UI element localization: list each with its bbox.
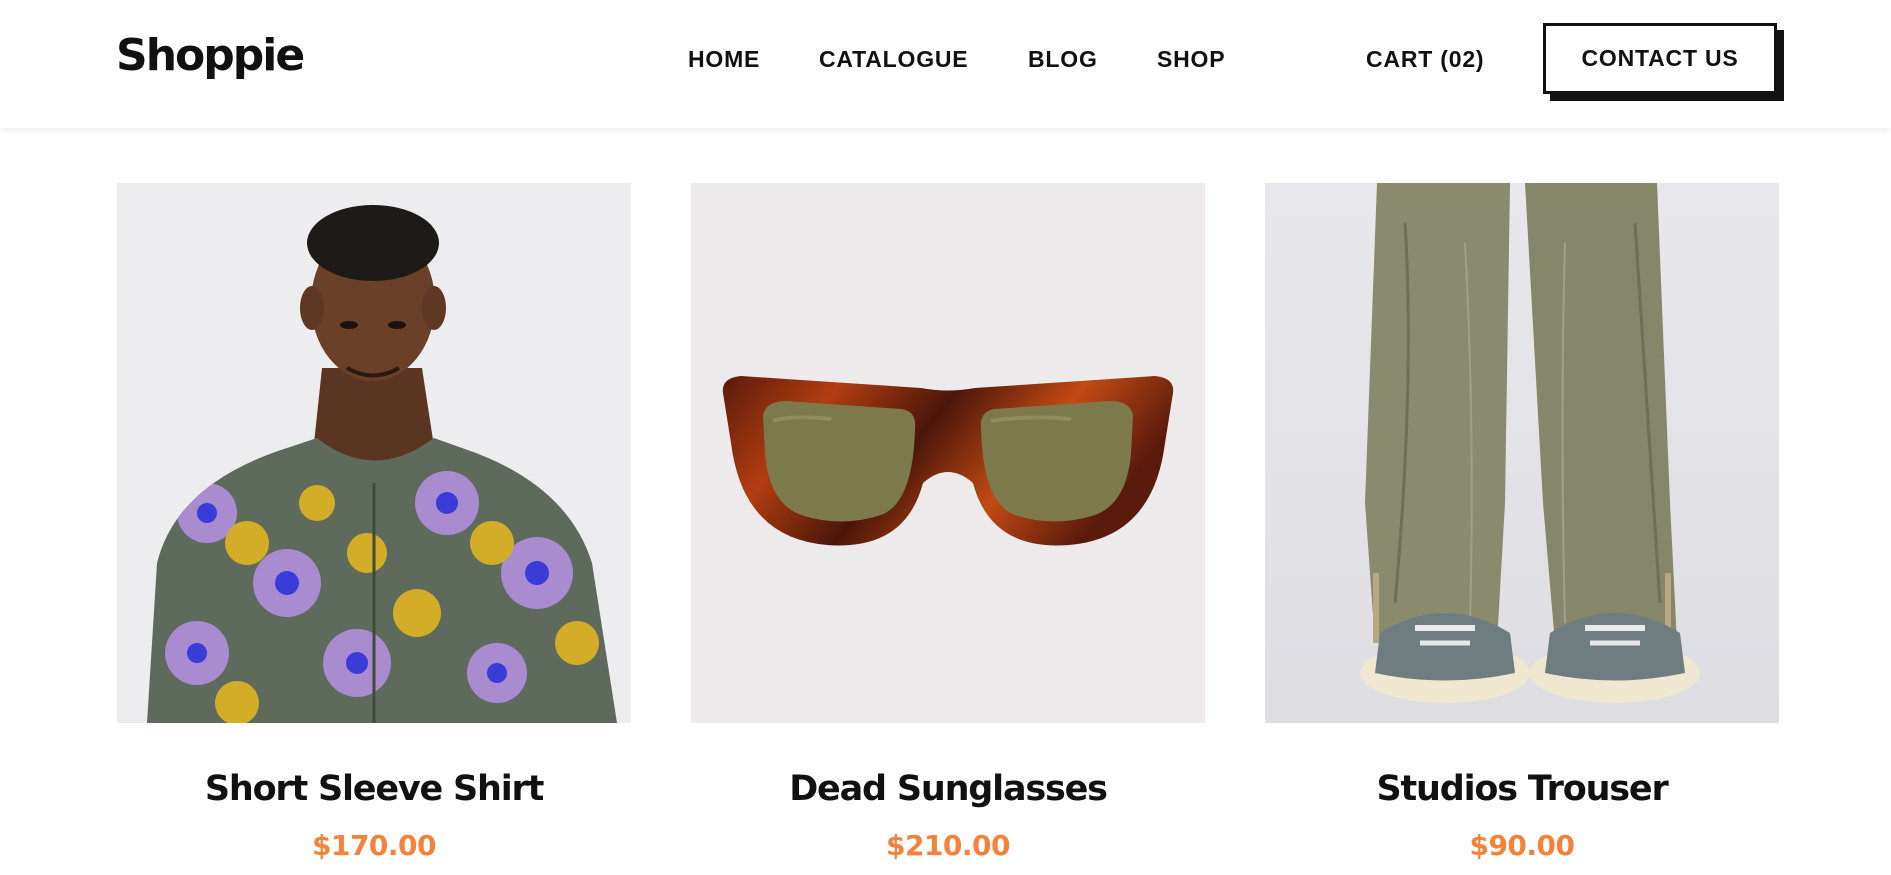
product-image-trouser[interactable] (1265, 183, 1779, 723)
product-card[interactable]: Dead Sunglasses $210.00 (691, 183, 1205, 862)
product-title[interactable]: Studios Trouser (1265, 769, 1779, 809)
contact-us-button[interactable]: CONTACT US (1543, 23, 1777, 94)
product-card[interactable]: Studios Trouser $90.00 (1265, 183, 1779, 862)
brand-logo[interactable]: Shoppie (116, 30, 305, 81)
product-title[interactable]: Short Sleeve Shirt (117, 769, 631, 809)
cart-link[interactable]: CART (02) (1366, 46, 1484, 73)
product-card[interactable]: Short Sleeve Shirt $170.00 (117, 183, 631, 862)
product-image-sunglasses[interactable] (691, 183, 1205, 723)
product-image-shirt[interactable] (117, 183, 631, 723)
nav-home[interactable]: HOME (688, 46, 760, 73)
nav-catalogue[interactable]: CATALOGUE (819, 46, 968, 73)
site-header: Shoppie HOME CATALOGUE BLOG SHOP CART (0… (0, 0, 1891, 128)
nav-blog[interactable]: BLOG (1028, 46, 1098, 73)
product-price: $170.00 (311, 829, 437, 862)
product-price: $90.00 (1469, 829, 1575, 862)
product-price: $210.00 (885, 829, 1011, 862)
nav-shop[interactable]: SHOP (1157, 46, 1225, 73)
product-title[interactable]: Dead Sunglasses (691, 769, 1205, 809)
